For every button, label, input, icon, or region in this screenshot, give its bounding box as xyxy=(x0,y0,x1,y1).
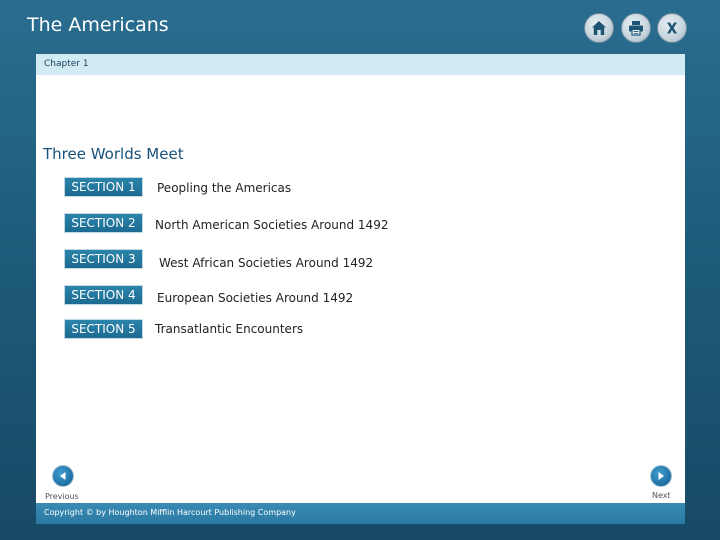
chapter-label: Chapter 1 xyxy=(44,59,89,69)
section-1-button[interactable]: SECTION 1 xyxy=(64,177,143,197)
close-icon xyxy=(667,22,677,34)
app-frame: The Americans Chapter 1 Three Worlds Mee… xyxy=(0,0,720,540)
content-panel: Three Worlds Meet SECTION 1 Peopling the… xyxy=(36,75,685,503)
arrow-left-icon xyxy=(60,472,66,480)
section-3-button[interactable]: SECTION 3 xyxy=(64,249,143,269)
page-title: Three Worlds Meet xyxy=(43,145,184,163)
chapter-bar: Chapter 1 xyxy=(36,54,685,75)
previous-label[interactable]: Previous xyxy=(45,492,79,501)
section-5-button[interactable]: SECTION 5 xyxy=(64,319,143,339)
footer-bar: Copyright © by Houghton Mifflin Harcourt… xyxy=(36,503,685,524)
section-4-button[interactable]: SECTION 4 xyxy=(64,285,143,305)
previous-button[interactable] xyxy=(52,465,74,487)
print-icon xyxy=(629,21,643,36)
section-2-title[interactable]: North American Societies Around 1492 xyxy=(155,218,388,232)
home-button[interactable] xyxy=(584,13,614,43)
print-button[interactable] xyxy=(621,13,651,43)
app-title: The Americans xyxy=(27,14,169,36)
next-button[interactable] xyxy=(650,465,672,487)
section-1-title[interactable]: Peopling the Americas xyxy=(157,181,291,195)
copyright-text: Copyright © by Houghton Mifflin Harcourt… xyxy=(44,508,296,517)
section-5-title[interactable]: Transatlantic Encounters xyxy=(155,322,303,336)
section-4-title[interactable]: European Societies Around 1492 xyxy=(157,291,353,305)
section-2-button[interactable]: SECTION 2 xyxy=(64,213,143,233)
arrow-right-icon xyxy=(658,472,664,480)
home-icon xyxy=(592,21,606,35)
section-3-title[interactable]: West African Societies Around 1492 xyxy=(159,256,373,270)
next-label[interactable]: Next xyxy=(652,491,671,500)
close-button[interactable] xyxy=(657,13,687,43)
